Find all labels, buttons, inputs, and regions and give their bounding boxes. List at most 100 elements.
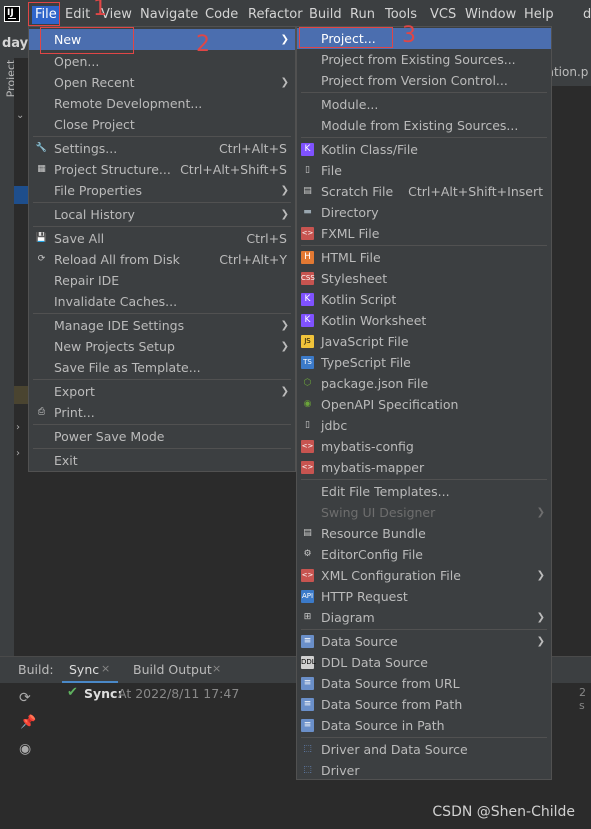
pin-icon[interactable]: 📌 bbox=[20, 715, 36, 730]
menu-separator bbox=[301, 479, 547, 480]
menu-item-manage-ide-settings[interactable]: Manage IDE Settings ❯ bbox=[29, 315, 295, 336]
data-source-in-path-icon: ≡ bbox=[301, 719, 314, 732]
menu-item-project-from-existing-sources[interactable]: Project from Existing Sources... bbox=[297, 49, 551, 70]
menu-item-module-from-existing-sources[interactable]: Module from Existing Sources... bbox=[297, 115, 551, 136]
save-icon: 💾 bbox=[35, 233, 48, 243]
menu-separator bbox=[301, 137, 547, 138]
menu-item-label: Open... bbox=[54, 54, 100, 69]
menu-item-http-request[interactable]: API HTTP Request bbox=[297, 586, 551, 607]
menu-item-print[interactable]: ⎙ Print... bbox=[29, 402, 295, 423]
menu-refactor[interactable]: Refactor bbox=[248, 7, 303, 22]
menu-item-openapi-specification[interactable]: ◉ OpenAPI Specification bbox=[297, 394, 551, 415]
menu-code[interactable]: Code bbox=[205, 7, 238, 22]
menu-item-label: Settings... bbox=[54, 141, 118, 156]
menu-item-scratch-file[interactable]: ▤ Scratch File Ctrl+Alt+Shift+Insert bbox=[297, 181, 551, 202]
menu-item-project-structure[interactable]: ▦ Project Structure... Ctrl+Alt+Shift+S bbox=[29, 159, 295, 180]
menu-item-label: package.json File bbox=[321, 376, 429, 391]
menu-item-directory[interactable]: ▬ Directory bbox=[297, 202, 551, 223]
menu-item-label: OpenAPI Specification bbox=[321, 397, 459, 412]
menu-window[interactable]: Window bbox=[465, 7, 516, 22]
menu-item-jdbc[interactable]: ▯ jdbc bbox=[297, 415, 551, 436]
menu-item-exit[interactable]: Exit bbox=[29, 450, 295, 471]
menu-item-label: Data Source from Path bbox=[321, 697, 463, 712]
menu-item-invalidate-caches[interactable]: Invalidate Caches... bbox=[29, 291, 295, 312]
menu-edit[interactable]: Edit bbox=[65, 7, 90, 22]
menu-item-save-file-as-template[interactable]: Save File as Template... bbox=[29, 357, 295, 378]
menu-item-typescript-file[interactable]: TS TypeScript File bbox=[297, 352, 551, 373]
menu-item-edit-file-templates[interactable]: Edit File Templates... bbox=[297, 481, 551, 502]
menu-item-repair-ide[interactable]: Repair IDE bbox=[29, 270, 295, 291]
menu-item-package-json-file[interactable]: ⬡ package.json File bbox=[297, 373, 551, 394]
eye-icon[interactable]: ◉ bbox=[19, 741, 31, 757]
menu-item-settings[interactable]: 🔧 Settings... Ctrl+Alt+S bbox=[29, 138, 295, 159]
tree-expand-icon[interactable]: › bbox=[16, 422, 20, 433]
menu-item-ddl-data-source[interactable]: DDL DDL Data Source bbox=[297, 652, 551, 673]
menu-item-diagram[interactable]: ⊞ Diagram ❯ bbox=[297, 607, 551, 628]
menu-vcs[interactable]: VCS bbox=[430, 7, 456, 22]
menu-item-reload-all-from-disk[interactable]: ⟳ Reload All from Disk Ctrl+Alt+Y bbox=[29, 249, 295, 270]
menu-item-kotlin-worksheet[interactable]: K Kotlin Worksheet bbox=[297, 310, 551, 331]
tree-collapse-icon[interactable]: ⌄ bbox=[16, 110, 24, 121]
menu-separator bbox=[33, 313, 291, 314]
menu-item-label: Swing UI Designer bbox=[321, 505, 436, 520]
chevron-right-icon: ❯ bbox=[536, 507, 545, 518]
package-json-icon: ⬡ bbox=[303, 378, 312, 388]
menu-navigate[interactable]: Navigate bbox=[140, 7, 198, 22]
menu-item-project-from-version-control[interactable]: Project from Version Control... bbox=[297, 70, 551, 91]
menu-item-close-project[interactable]: Close Project bbox=[29, 114, 295, 135]
menu-item-editorconfig-file[interactable]: ⚙ EditorConfig File bbox=[297, 544, 551, 565]
menu-item-remote-development[interactable]: Remote Development... bbox=[29, 93, 295, 114]
menu-item-mybatis-config[interactable]: <> mybatis-config bbox=[297, 436, 551, 457]
menu-item-export[interactable]: Export ❯ bbox=[29, 381, 295, 402]
jdbc-icon: ▯ bbox=[305, 420, 310, 430]
menu-build[interactable]: Build bbox=[309, 7, 342, 22]
menu-item-javascript-file[interactable]: JS JavaScript File bbox=[297, 331, 551, 352]
menu-item-fxml-file[interactable]: <> FXML File bbox=[297, 223, 551, 244]
menu-item-label: Data Source from URL bbox=[321, 676, 460, 691]
menu-item-label: Remote Development... bbox=[54, 96, 203, 111]
menu-d[interactable]: d bbox=[583, 7, 591, 22]
menu-item-file-properties[interactable]: File Properties ❯ bbox=[29, 180, 295, 201]
menu-item-data-source-in-path[interactable]: ≡ Data Source in Path bbox=[297, 715, 551, 736]
menu-item-data-source-from-url[interactable]: ≡ Data Source from URL bbox=[297, 673, 551, 694]
menu-item-kotlin-class-file[interactable]: K Kotlin Class/File bbox=[297, 139, 551, 160]
menu-item-power-save-mode[interactable]: Power Save Mode bbox=[29, 426, 295, 447]
left-tool-strip: Project bbox=[0, 58, 17, 658]
menu-item-module[interactable]: Module... bbox=[297, 94, 551, 115]
menu-item-xml-configuration-file[interactable]: <> XML Configuration File ❯ bbox=[297, 565, 551, 586]
menu-tools[interactable]: Tools bbox=[385, 7, 417, 22]
menu-item-driver-and-data-source[interactable]: ⬚ Driver and Data Source bbox=[297, 739, 551, 760]
mybatis-config-icon: <> bbox=[301, 440, 314, 453]
chevron-right-icon: ❯ bbox=[280, 77, 289, 88]
tab-sync[interactable]: Sync bbox=[69, 662, 99, 677]
menu-item-stylesheet[interactable]: CSS Stylesheet bbox=[297, 268, 551, 289]
close-icon[interactable]: × bbox=[101, 662, 110, 675]
annotation-number-3: 3 bbox=[402, 23, 416, 48]
menu-item-open[interactable]: Open... bbox=[29, 51, 295, 72]
menu-item-html-file[interactable]: H HTML File bbox=[297, 247, 551, 268]
menu-item-data-source-from-path[interactable]: ≡ Data Source from Path bbox=[297, 694, 551, 715]
menu-item-kotlin-script[interactable]: K Kotlin Script bbox=[297, 289, 551, 310]
menu-item-new-projects-setup[interactable]: New Projects Setup ❯ bbox=[29, 336, 295, 357]
chevron-right-icon: ❯ bbox=[280, 34, 289, 45]
refresh-icon[interactable]: ⟳ bbox=[19, 690, 31, 706]
menu-item-local-history[interactable]: Local History ❯ bbox=[29, 204, 295, 225]
menu-item-label: Project from Existing Sources... bbox=[321, 52, 516, 67]
menu-item-save-all[interactable]: 💾 Save All Ctrl+S bbox=[29, 228, 295, 249]
menu-item-file[interactable]: ▯ File bbox=[297, 160, 551, 181]
tree-expand-icon[interactable]: › bbox=[16, 448, 20, 459]
menu-item-data-source[interactable]: ≡ Data Source ❯ bbox=[297, 631, 551, 652]
chevron-right-icon: ❯ bbox=[536, 636, 545, 647]
menu-item-open-recent[interactable]: Open Recent ❯ bbox=[29, 72, 295, 93]
menu-item-mybatis-mapper[interactable]: <> mybatis-mapper bbox=[297, 457, 551, 478]
tab-build-output[interactable]: Build Output bbox=[133, 662, 212, 677]
menu-item-resource-bundle[interactable]: ▤ Resource Bundle bbox=[297, 523, 551, 544]
menu-item-label: HTTP Request bbox=[321, 589, 408, 604]
menu-run[interactable]: Run bbox=[350, 7, 375, 22]
menu-help[interactable]: Help bbox=[524, 7, 554, 22]
menu-item-label: Driver and Data Source bbox=[321, 742, 468, 757]
menu-item-driver[interactable]: ⬚ Driver bbox=[297, 760, 551, 781]
menu-item-label: Stylesheet bbox=[321, 271, 388, 286]
close-icon[interactable]: × bbox=[212, 662, 221, 675]
data-source-path-icon: ≡ bbox=[301, 698, 314, 711]
